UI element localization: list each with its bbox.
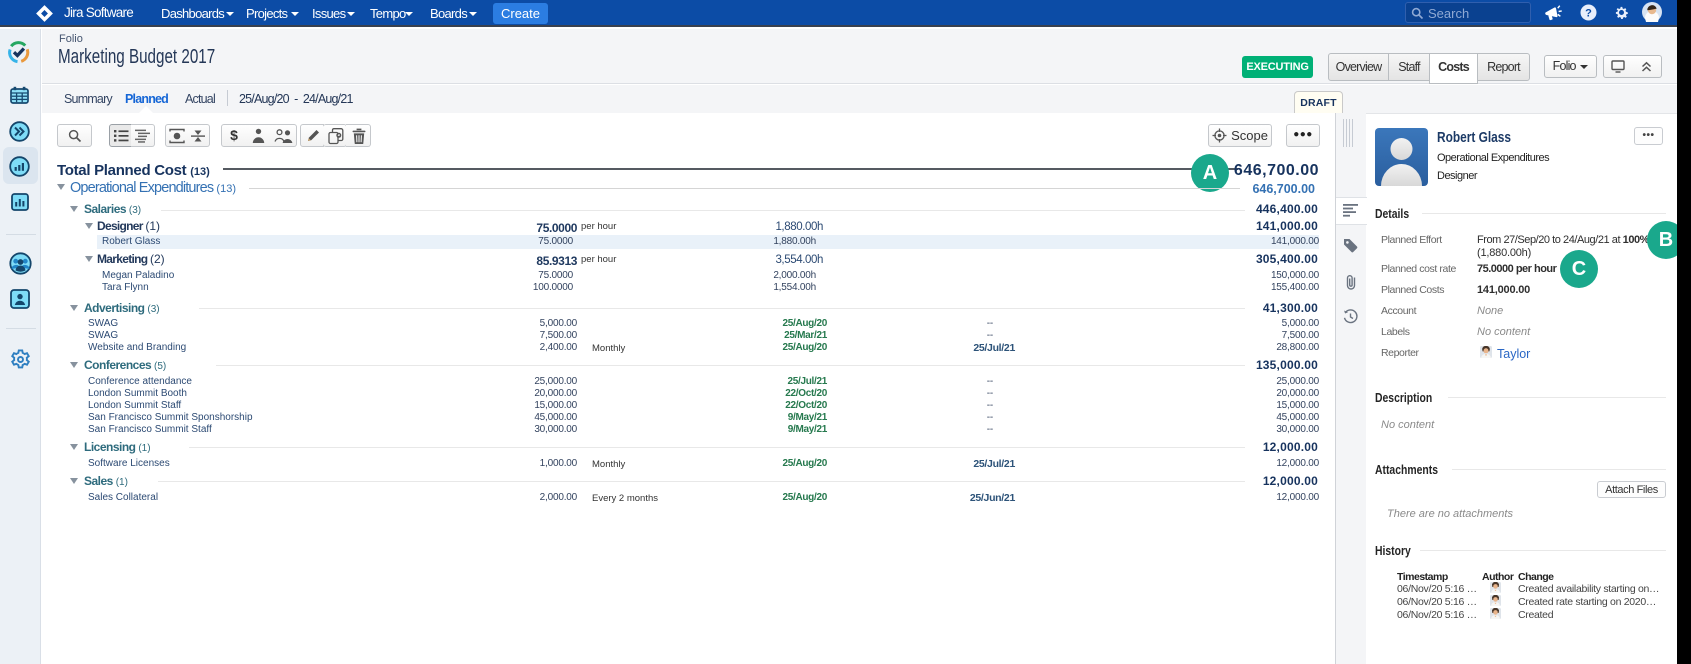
svg-text:?: ? [1585,8,1592,20]
